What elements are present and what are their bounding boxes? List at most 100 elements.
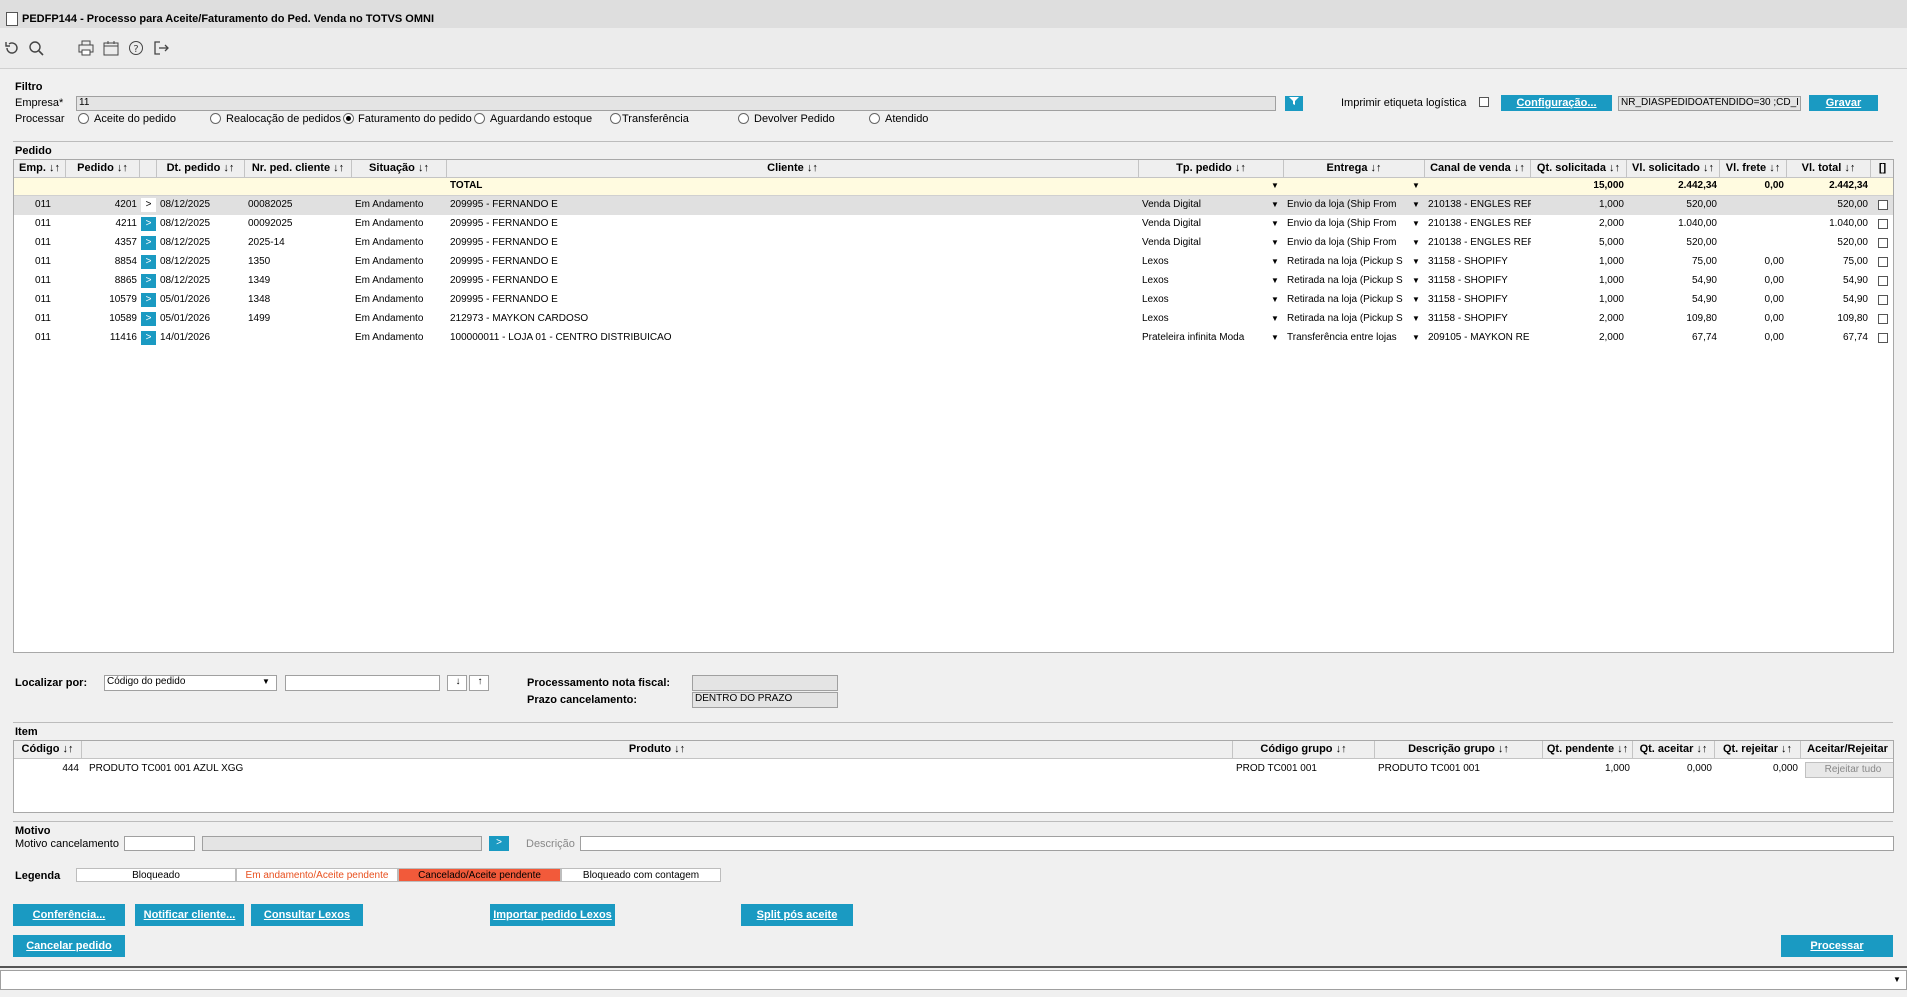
- config-value-field[interactable]: NR_DIASPEDIDOATENDIDO=30 ;CD_I: [1618, 96, 1801, 111]
- item-column-header[interactable]: Descrição grupo ↓↑: [1375, 741, 1543, 759]
- search-icon[interactable]: [27, 40, 45, 58]
- cell-pedido: 8854: [114, 256, 137, 267]
- chevron-down-icon[interactable]: ▼: [1270, 198, 1280, 212]
- chevron-down-icon[interactable]: ▼: [1411, 179, 1421, 193]
- cell-frete: [1720, 216, 1787, 232]
- column-header[interactable]: []: [1871, 160, 1893, 178]
- filter-icon[interactable]: [1285, 96, 1303, 111]
- row-select-checkbox[interactable]: [1878, 314, 1888, 324]
- calendar-icon[interactable]: [102, 40, 120, 58]
- notificar-cliente-button[interactable]: Notificar cliente...: [135, 904, 244, 926]
- cancelar-pedido-button[interactable]: Cancelar pedido: [13, 935, 125, 957]
- column-header[interactable]: Vl. frete ↓↑: [1720, 160, 1787, 178]
- chevron-down-icon[interactable]: ▼: [1270, 179, 1280, 193]
- row-expand-button[interactable]: >: [141, 293, 156, 307]
- rejeitar-tudo-button[interactable]: Rejeitar tudo: [1805, 762, 1893, 778]
- processar-button[interactable]: Processar: [1781, 935, 1893, 957]
- exit-icon[interactable]: [152, 40, 170, 58]
- refresh-icon[interactable]: [3, 40, 21, 58]
- radio-option-6[interactable]: [869, 113, 880, 124]
- item-column-header[interactable]: Código ↓↑: [14, 741, 82, 759]
- row-select-checkbox[interactable]: [1878, 238, 1888, 248]
- chevron-down-icon[interactable]: ▼: [1411, 255, 1421, 269]
- localizar-search-input[interactable]: [285, 675, 440, 691]
- row-select-checkbox[interactable]: [1878, 257, 1888, 267]
- gravar-button[interactable]: Gravar: [1809, 95, 1878, 111]
- chevron-down-icon[interactable]: ▼: [1411, 198, 1421, 212]
- status-dropdown-icon[interactable]: ▼: [1893, 975, 1901, 984]
- column-header[interactable]: Qt. solicitada ↓↑: [1531, 160, 1627, 178]
- sort-desc-button[interactable]: ↓: [447, 675, 467, 691]
- column-header[interactable]: Tp. pedido ↓↑: [1139, 160, 1284, 178]
- chevron-down-icon[interactable]: ▼: [1411, 217, 1421, 231]
- column-header[interactable]: Vl. total ↓↑: [1787, 160, 1871, 178]
- chevron-down-icon[interactable]: ▼: [1270, 236, 1280, 250]
- column-header[interactable]: Entrega ↓↑: [1284, 160, 1425, 178]
- row-expand-button[interactable]: >: [141, 274, 156, 288]
- empresa-label: Empresa*: [15, 97, 64, 109]
- localizar-select[interactable]: Código do pedido: [104, 675, 277, 691]
- chevron-down-icon[interactable]: ▼: [1270, 312, 1280, 326]
- item-column-header[interactable]: Qt. rejeitar ↓↑: [1715, 741, 1801, 759]
- row-select-checkbox[interactable]: [1878, 295, 1888, 305]
- column-header[interactable]: Cliente ↓↑: [447, 160, 1139, 178]
- column-header[interactable]: Vl. solicitado ↓↑: [1627, 160, 1720, 178]
- cell-situacao: Em Andamento: [355, 218, 424, 229]
- column-header[interactable]: Situação ↓↑: [352, 160, 447, 178]
- radio-option-4[interactable]: [610, 113, 621, 124]
- radio-option-3[interactable]: [474, 113, 485, 124]
- chevron-down-icon[interactable]: ▼: [1411, 331, 1421, 345]
- radio-option-5[interactable]: [738, 113, 749, 124]
- chevron-down-icon[interactable]: ▼: [1411, 312, 1421, 326]
- chevron-down-icon[interactable]: ▼: [1270, 331, 1280, 345]
- row-expand-button[interactable]: >: [141, 312, 156, 326]
- chevron-down-icon[interactable]: ▼: [1270, 293, 1280, 307]
- empresa-field[interactable]: 11: [76, 96, 1276, 111]
- row-expand-button[interactable]: >: [141, 236, 156, 250]
- item-column-header[interactable]: Qt. aceitar ↓↑: [1633, 741, 1715, 759]
- importar-pedido-lexos-button[interactable]: Importar pedido Lexos: [490, 904, 615, 926]
- row-select-checkbox[interactable]: [1878, 276, 1888, 286]
- row-select-checkbox[interactable]: [1878, 333, 1888, 343]
- help-icon[interactable]: ?: [127, 40, 145, 58]
- item-column-header[interactable]: Qt. pendente ↓↑: [1543, 741, 1633, 759]
- radio-option-1[interactable]: [210, 113, 221, 124]
- row-expand-button[interactable]: >: [141, 331, 156, 345]
- print-icon[interactable]: [77, 40, 95, 58]
- split-pos-aceite-button[interactable]: Split pós aceite: [741, 904, 853, 926]
- chevron-down-icon[interactable]: ▼: [1270, 255, 1280, 269]
- motivo-codigo-input[interactable]: [124, 836, 195, 851]
- imprimir-etiqueta-checkbox[interactable]: [1479, 97, 1489, 107]
- chevron-down-icon[interactable]: ▼: [1411, 236, 1421, 250]
- row-select-checkbox[interactable]: [1878, 200, 1888, 210]
- item-column-header[interactable]: Produto ↓↑: [82, 741, 1233, 759]
- column-header[interactable]: Pedido ↓↑: [66, 160, 140, 178]
- cell-frete: [1720, 197, 1787, 213]
- chevron-down-icon[interactable]: ▼: [1411, 293, 1421, 307]
- row-expand-button[interactable]: >: [141, 217, 156, 231]
- row-expand-button[interactable]: >: [141, 255, 156, 269]
- column-header[interactable]: Nr. ped. cliente ↓↑: [245, 160, 352, 178]
- motivo-lookup-button[interactable]: >: [489, 836, 509, 851]
- radio-option-2[interactable]: [343, 113, 354, 124]
- radio-option-0[interactable]: [78, 113, 89, 124]
- chevron-down-icon[interactable]: ▼: [1270, 274, 1280, 288]
- conferencia-button[interactable]: Conferência...: [13, 904, 125, 926]
- status-bar[interactable]: [0, 970, 1907, 990]
- column-header[interactable]: [140, 160, 157, 178]
- chevron-down-icon[interactable]: ▼: [262, 677, 270, 686]
- item-column-header[interactable]: Código grupo ↓↑: [1233, 741, 1375, 759]
- column-header[interactable]: Canal de venda ↓↑: [1425, 160, 1531, 178]
- descricao-input[interactable]: [580, 836, 1894, 851]
- row-select-checkbox[interactable]: [1878, 219, 1888, 229]
- chevron-down-icon[interactable]: ▼: [1270, 217, 1280, 231]
- configuracao-button[interactable]: Configuração...: [1501, 95, 1612, 111]
- consultar-lexos-button[interactable]: Consultar Lexos: [251, 904, 363, 926]
- item-column-header[interactable]: Aceitar/Rejeitar: [1801, 741, 1893, 759]
- total-label: TOTAL: [450, 180, 483, 191]
- row-expand-button[interactable]: >: [141, 198, 156, 212]
- sort-asc-button[interactable]: ↑: [469, 675, 489, 691]
- column-header[interactable]: Dt. pedido ↓↑: [157, 160, 245, 178]
- column-header[interactable]: Emp. ↓↑: [14, 160, 66, 178]
- chevron-down-icon[interactable]: ▼: [1411, 274, 1421, 288]
